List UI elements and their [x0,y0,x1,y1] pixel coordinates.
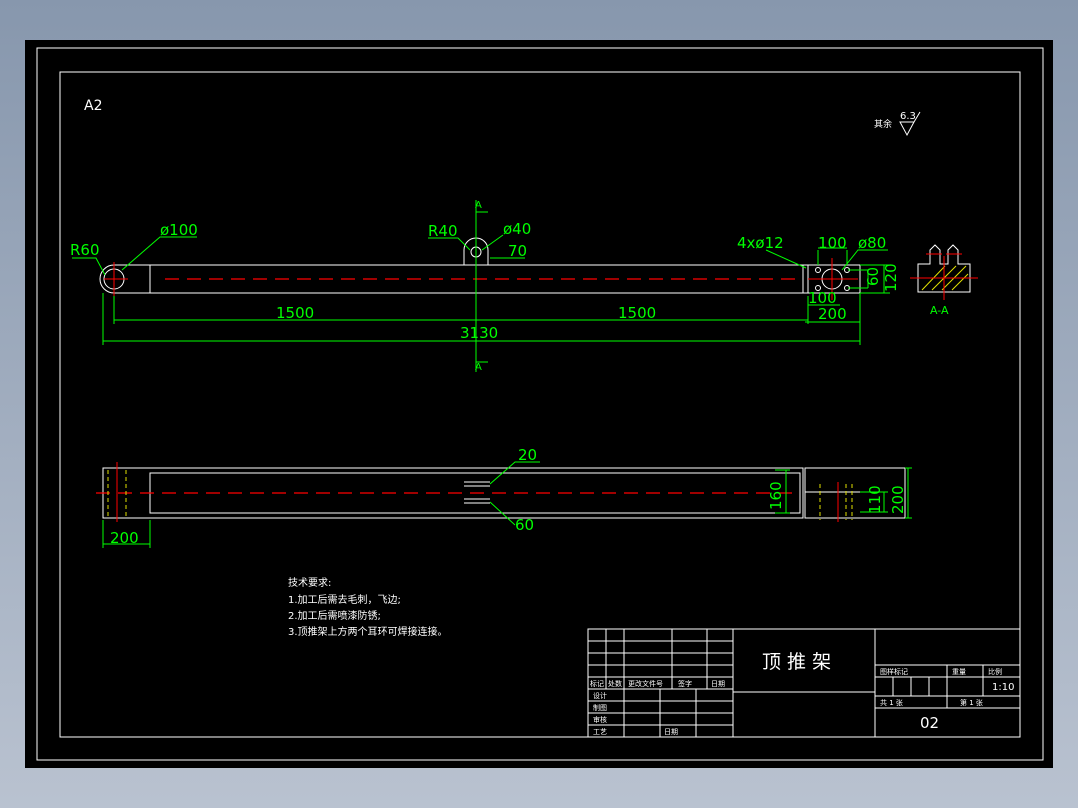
drawing-text: A-A [930,304,949,317]
drawing-text: 1.加工后需去毛刺，飞边; [288,594,401,606]
drawing-text: 设计 [593,691,607,700]
drawing-text: ø80 [858,234,886,252]
drawing-text: 4xø12 [737,234,784,252]
drawing-text: 6.3 [900,111,916,122]
drawing-text: 3130 [460,324,498,342]
drawing-text: 200 [110,529,139,547]
roughness-symbol: 其余 6.3 [874,111,921,137]
drawing-text: ø40 [503,220,531,238]
drawing-text: 120 [882,263,900,292]
sheet-size-label: A2 [84,98,102,114]
drawing-text: 顶 推 架 [762,651,831,673]
drawing-text: 20 [518,446,537,464]
drawing-text: 制图 [593,703,607,712]
drawing-text: 200 [818,305,847,323]
drawing-text: 审核 [593,715,607,724]
drawing-text: 比例 [988,667,1002,676]
drawing-text: ø100 [160,221,198,239]
drawing-text: 3.顶推架上方两个耳环可焊接连接。 [288,625,448,638]
drawing-text: 02 [920,714,939,732]
drawing-text: 1500 [276,304,314,322]
drawing-text: 200 [889,485,907,514]
drawing-text: 重量 [952,668,966,676]
drawing-text: 2.加工后需喷漆防锈; [288,609,381,622]
technical-requirements: 技术要求: 1.加工后需去毛刺，飞边; 2.加工后需喷漆防锈; 3.顶推架上方两… [288,576,448,638]
drawing-text: R40 [428,222,458,240]
drawing-text: A [475,200,482,211]
title-block: 标记 处数 更改文件号 签字 日期 设计 制图 审核 工艺 日期 顶 推 架 图… [587,628,1021,738]
drawing-canvas[interactable]: A2 其余 6.3 R60 ø100 R40 ø40 70 4xø12 100 … [0,0,1078,808]
drawing-text: A [475,362,482,373]
drawing-text: 100 [818,234,847,252]
drawing-text: 110 [866,485,884,514]
drawing-text: 共 1 张 [880,698,903,707]
drawing-text: 1500 [618,304,656,322]
drawing-text: 60 [864,267,882,286]
drawing-text: 日期 [711,680,725,688]
outer-frame [36,47,1044,761]
drawing-text: 处数 [608,679,622,688]
drawing-text: 160 [767,481,785,510]
drawing-text: 签字 [678,679,692,688]
drawing-text: 第 1 张 [960,698,983,707]
drawing-text: 标记 [590,679,604,688]
drawing-text: 1:10 [992,682,1014,693]
drawing-text: 日期 [664,728,678,736]
top-view: R60 ø100 R40 ø40 70 4xø12 100 ø80 60 120… [70,200,900,373]
drawing-text: 70 [508,242,527,260]
drawing-text: 技术要求: [288,576,331,589]
drawing-text: 更改文件号 [628,679,663,688]
drawing-text: 60 [515,516,534,534]
bottom-view: 20 60 160 110 200 200 [96,446,912,548]
drawing-text: 工艺 [593,728,607,736]
drawing-border [59,71,1021,738]
drawing-text: 其余 [874,118,892,130]
drawing-text: R60 [70,241,100,259]
section-a-a: A-A [910,244,978,317]
drawing-text: 图样标记 [880,667,908,676]
